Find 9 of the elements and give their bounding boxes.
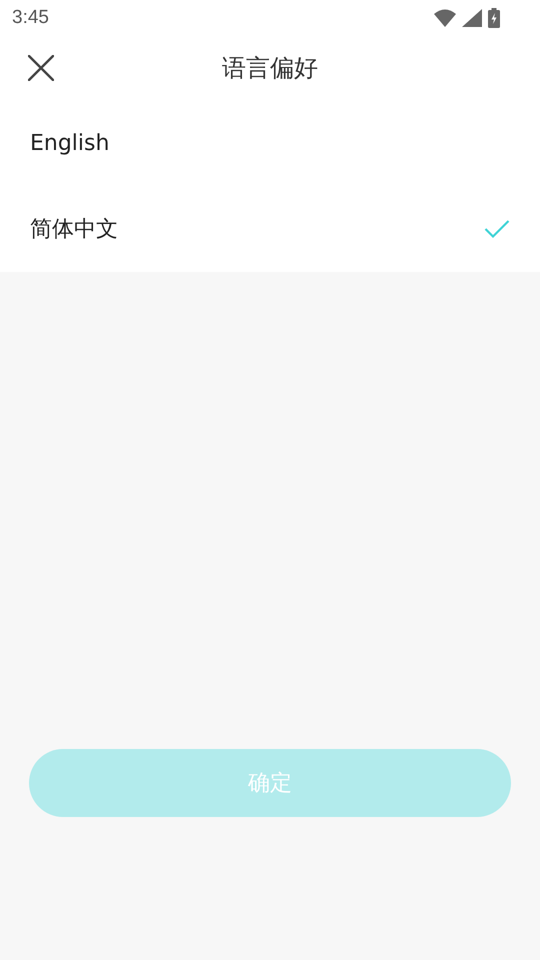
language-option[interactable]: English bbox=[0, 100, 540, 186]
close-icon bbox=[28, 55, 54, 81]
page-title: 语言偏好 bbox=[222, 53, 318, 84]
language-option[interactable]: 简体中文 bbox=[0, 186, 540, 272]
battery-icon bbox=[488, 8, 500, 28]
wifi-icon bbox=[434, 9, 456, 27]
close-button[interactable] bbox=[27, 54, 55, 82]
signal-icon bbox=[462, 9, 482, 27]
status-time: 3:45 bbox=[12, 7, 49, 29]
